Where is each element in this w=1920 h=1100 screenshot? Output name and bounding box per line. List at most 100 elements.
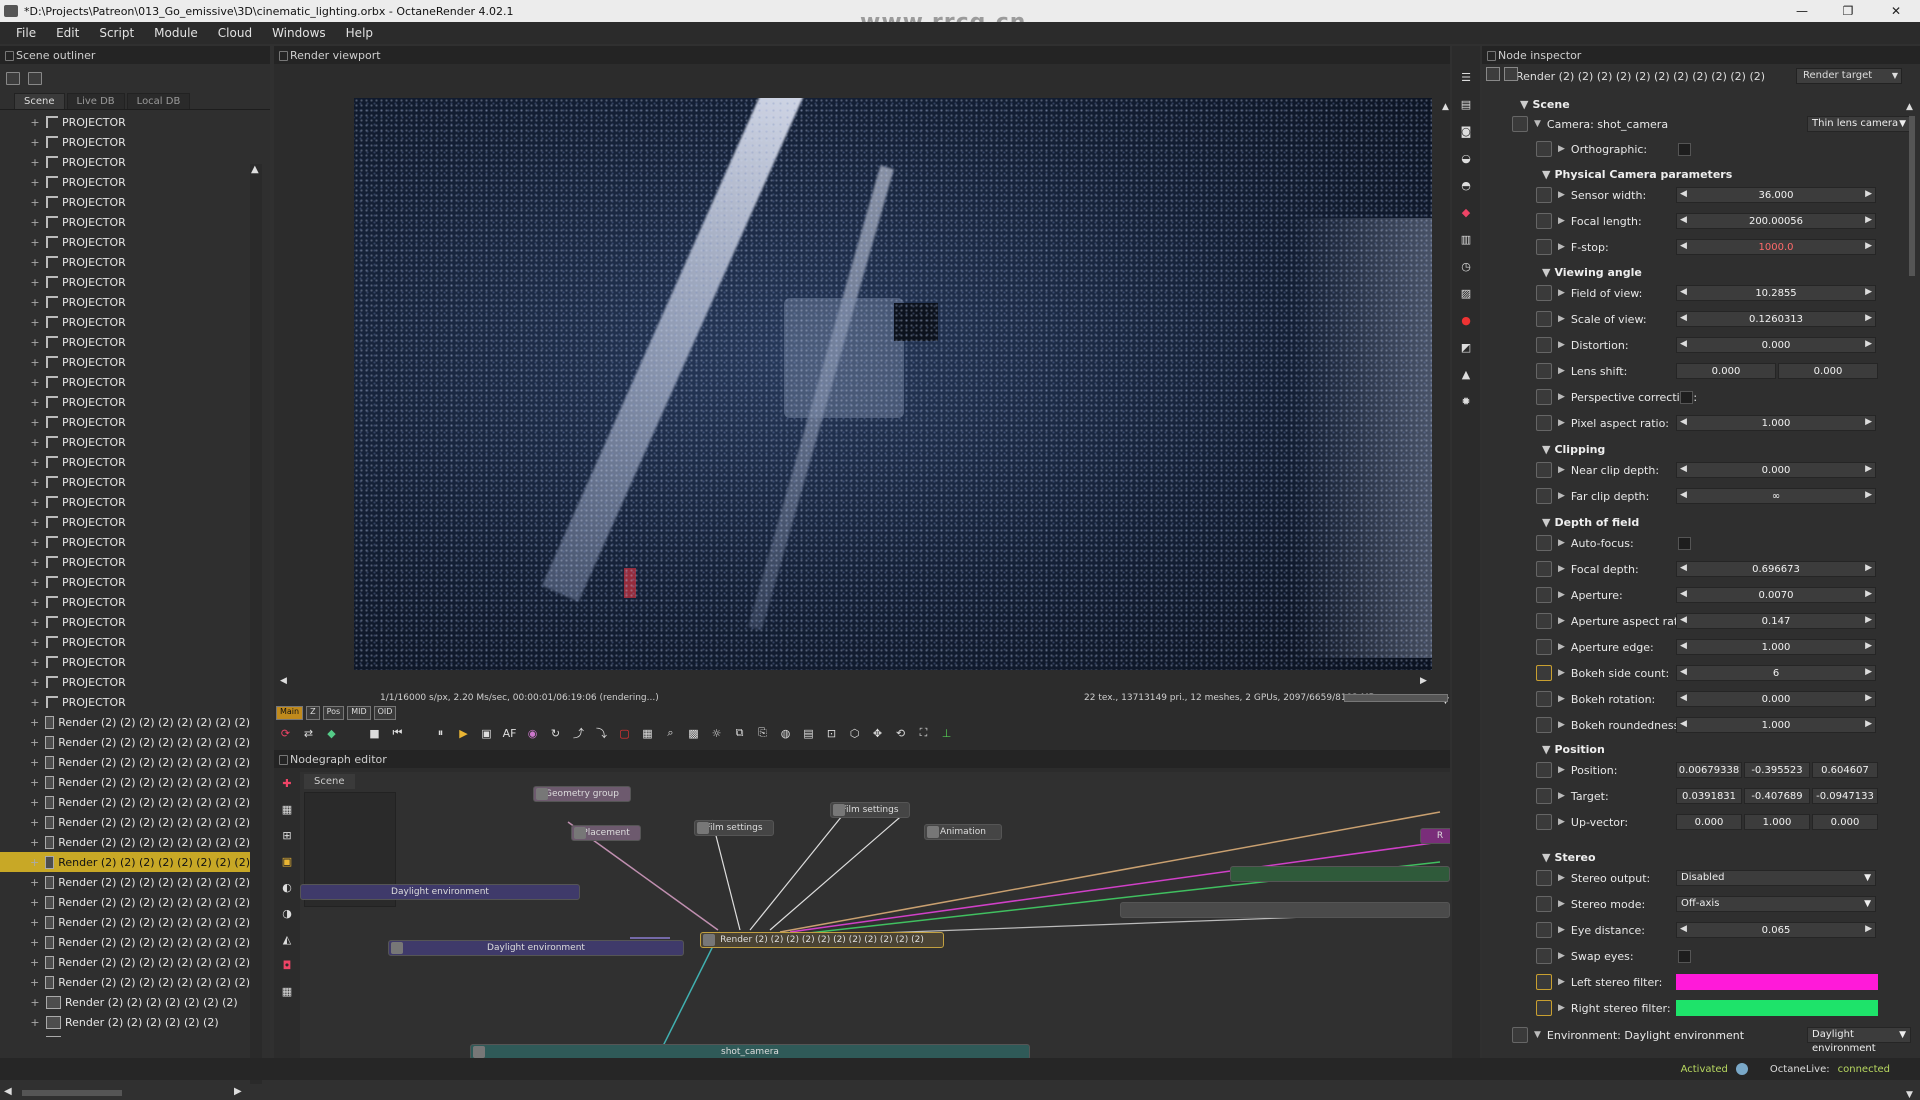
target-x-field[interactable]: 0.0391831 [1676,788,1742,804]
move-icon[interactable]: ✥ [870,726,885,741]
outliner-row[interactable]: + PROJECTOR [0,672,250,692]
eye-distance-slider[interactable]: ◀ 0.065 ▶ [1676,922,1876,938]
node-shot-camera[interactable]: shot_camera [470,1044,1030,1058]
kernel-icon[interactable]: ◓ [1459,178,1474,193]
doc-icon[interactable]: ▥ [1459,232,1474,247]
expand-icon[interactable]: + [30,116,40,129]
ng-grid-icon[interactable]: ▦ [280,802,295,817]
outliner-row[interactable]: + PROJECTOR [0,232,250,252]
ng-material-icon[interactable]: ◐ [280,880,295,895]
tab-scene[interactable]: Scene [14,93,65,109]
expand-icon[interactable]: + [30,996,40,1009]
up-vector-y-field[interactable]: 1.000 [1744,814,1810,830]
ng-table-icon[interactable]: ▦ [280,984,295,999]
outliner-row[interactable]: + PROJECTOR [0,372,250,392]
expand-icon[interactable]: + [30,536,40,549]
pass-oid[interactable]: OID [373,706,397,720]
insp-scroll-up-icon[interactable]: ▲ [1906,102,1913,112]
zoom-icon[interactable]: ⌕ [663,726,678,741]
expand-icon[interactable]: + [30,456,40,469]
menu-file[interactable]: File [16,26,36,40]
perspective-correction-checkbox[interactable] [1680,390,1693,404]
outliner-row[interactable]: + PROJECTOR [0,272,250,292]
env-icon[interactable]: ◒ [1459,151,1474,166]
expand-icon[interactable]: + [30,756,39,769]
ng-camera-icon[interactable]: ◘ [280,958,295,973]
position-x-field[interactable]: 0.00679338 [1676,762,1742,778]
expand-icon[interactable]: + [30,336,40,349]
outliner-row[interactable]: + PROJECTOR [0,692,250,712]
expand-icon[interactable]: + [30,1036,40,1038]
outliner-row[interactable]: + PROJECTOR [0,292,250,312]
outliner-row[interactable]: + PROJECTOR [0,432,250,452]
pixel-aspect-slider[interactable]: ◀ 1.000 ▶ [1676,415,1876,431]
auto-focus-checkbox[interactable] [1678,536,1691,550]
environment-type-dropdown[interactable]: Daylight environment ▼ [1807,1027,1911,1054]
expand-icon[interactable]: + [30,376,40,389]
expand-icon[interactable]: + [30,616,40,629]
camera-type-dropdown[interactable]: Thin lens camera ▼ [1807,116,1911,132]
orbit-icon[interactable]: ⟲ [893,726,908,741]
section-viewing-angle[interactable]: ▼ Viewing angle [1542,266,1642,279]
expand-icon[interactable]: + [30,256,40,269]
tab-local-db[interactable]: Local DB [126,93,191,109]
distortion-slider[interactable]: ◀ 0.000 ▶ [1676,337,1876,353]
v-scroll-up-icon[interactable]: ▲ [1442,102,1449,112]
right-stereo-color-swatch[interactable] [1676,1000,1878,1016]
outliner-row[interactable]: + PROJECTOR [0,392,250,412]
expand-icon[interactable]: + [30,916,39,929]
outliner-row[interactable]: + PROJECTOR [0,212,250,232]
section-position[interactable]: ▼ Position [1542,743,1605,756]
outliner-row[interactable]: + PROJECTOR [0,492,250,512]
cube-icon[interactable]: ⬡ [847,726,862,741]
target-y-field[interactable]: -0.407689 [1744,788,1810,804]
pass-pos[interactable]: Pos [322,706,345,720]
ng-layout-icon[interactable]: ⊞ [280,828,295,843]
pause-icon[interactable]: ⏸ [433,726,448,741]
section-stereo[interactable]: ▼ Stereo [1542,851,1596,864]
fullscreen-icon[interactable]: ⛶ [916,726,931,741]
expand-icon[interactable]: + [30,176,40,189]
sun-settings-icon[interactable]: ✹ [1459,394,1474,409]
field-of-view-slider[interactable]: ◀ 10.2855 ▶ [1676,285,1876,301]
reset-render-icon[interactable]: ⟳ [278,726,293,741]
outliner-row[interactable]: + PROJECTOR [0,352,250,372]
outliner-row[interactable]: + Render (2) (2) (2) (2) (2) (2) (2) [0,992,250,1012]
expand-icon[interactable]: + [30,276,40,289]
h-scroll-thumb[interactable] [22,1090,122,1096]
expand-icon[interactable]: + [30,796,39,809]
node-partial-a[interactable] [1120,902,1450,918]
refresh-icon[interactable] [28,71,42,85]
color-pick-icon[interactable]: ◉ [525,726,540,741]
h-scroll-right-icon[interactable]: ▶ [1420,676,1427,686]
node-film-settings-a[interactable]: Film settings [830,802,910,818]
aperture-ratio-slider[interactable]: ◀ 0.147 ▶ [1676,613,1876,629]
stereo-output-dropdown[interactable]: Disabled ▼ [1676,870,1876,886]
expand-icon[interactable]: + [30,136,40,149]
pass-main[interactable]: Main [276,706,304,720]
ng-add-icon[interactable]: ✚ [280,776,295,791]
lens-shift-x-field[interactable]: 0.000 [1676,363,1776,379]
outliner-row[interactable]: + Render (2) (2) (2) (2) (2) (2) (2) (2) [0,792,250,812]
expand-icon[interactable]: + [30,736,39,749]
outliner-row[interactable]: + PROJECTOR [0,532,250,552]
expand-icon[interactable]: + [30,316,40,329]
nodegraph-canvas[interactable]: Scene Geometry group Placement Film sett… [300,772,1450,1058]
subsample-icon[interactable]: ▤ [801,726,816,741]
menu-edit[interactable]: Edit [56,26,79,40]
outliner-row[interactable]: + PROJECTOR [0,572,250,592]
far-clip-slider[interactable]: ◀ ∞ ▶ [1676,488,1876,504]
outliner-row[interactable]: + Render (2) (2) (2) (2) (2) (2) (2) (2) [0,912,250,932]
node-daylight-environment-b[interactable]: Daylight environment [388,940,684,956]
fstop-slider[interactable]: ◀ 1000.0 ▶ [1676,239,1876,255]
expand-icon[interactable]: + [30,856,39,869]
expand-icon[interactable]: + [30,636,40,649]
expand-icon[interactable]: + [30,656,40,669]
expand-icon[interactable]: + [30,476,40,489]
film-region-icon[interactable]: ▦ [640,726,655,741]
outliner-row[interactable]: + Render (2) (2) (2) (2) (2) (2) (2) (2) [0,772,250,792]
camera-tool-icon[interactable]: ◙ [1459,124,1474,139]
expand-icon[interactable]: + [30,936,39,949]
outliner-row[interactable]: + Render (2) (2) (2) (2) (2) (2) (2) (2) [0,932,250,952]
ng-light-icon[interactable]: ◭ [280,932,295,947]
